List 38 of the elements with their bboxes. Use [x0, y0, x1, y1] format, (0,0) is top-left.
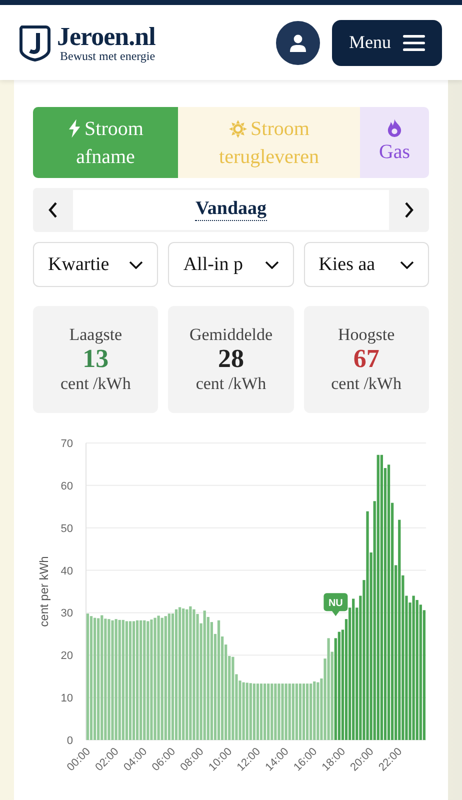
chevron-right-icon	[404, 202, 414, 218]
energy-tab[interactable]: Gas	[360, 107, 429, 178]
stat-unit: cent /kWh	[196, 374, 266, 394]
flame-icon	[387, 119, 402, 138]
dropdown-select[interactable]: Kwartie	[33, 242, 158, 287]
user-icon	[288, 32, 308, 52]
stat-value: 28	[218, 345, 244, 374]
site-tagline: Bewust met energie	[60, 50, 156, 62]
stat-label: Gemiddelde	[189, 325, 273, 346]
stat-unit: cent /kWh	[60, 374, 131, 394]
y-axis-label: 20	[60, 650, 73, 662]
y-axis-label: 0	[66, 735, 73, 747]
lightning-icon	[68, 119, 81, 138]
menu-button[interactable]: Menu	[332, 20, 442, 66]
sun-icon	[228, 120, 247, 138]
dropdown-select[interactable]: Kies aa	[304, 242, 429, 287]
menu-icon	[403, 34, 425, 52]
chevron-down-icon	[264, 260, 279, 268]
y-axis-title: cent per kWh	[37, 556, 51, 627]
y-axis-label: 10	[60, 692, 73, 705]
site-logo-title[interactable]: Jeroen.nl	[57, 24, 156, 50]
stat-value: 67	[353, 345, 380, 374]
dropdown-select[interactable]: All-in p	[168, 242, 294, 287]
chevron-left-icon	[48, 202, 58, 218]
y-axis-label: 40	[60, 565, 73, 578]
stat-unit: cent /kWh	[331, 374, 402, 394]
chevron-down-icon	[400, 260, 414, 268]
stat-value: 13	[82, 345, 109, 374]
account-button[interactable]	[276, 20, 320, 64]
y-axis-label: 70	[60, 438, 73, 450]
chevron-down-icon	[129, 260, 144, 268]
date-label[interactable]: Vandaag	[195, 199, 267, 221]
y-axis-label: 60	[60, 480, 73, 492]
shield-logo-icon	[19, 24, 51, 62]
y-axis-label: 50	[60, 522, 73, 535]
stat-label: Hoogste	[338, 325, 395, 346]
stat-label: Laagste	[69, 325, 122, 346]
y-axis-label: 30	[60, 608, 73, 620]
